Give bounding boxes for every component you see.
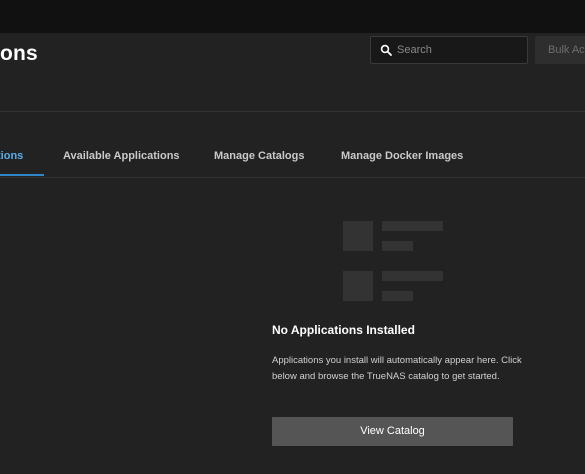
page-title: ons: [0, 42, 38, 65]
placeholder-square: [343, 221, 373, 251]
empty-state-title: No Applications Installed: [272, 323, 415, 337]
top-toolbar: [0, 0, 585, 33]
bulk-actions-button[interactable]: Bulk Ac: [535, 36, 585, 64]
search-icon: [380, 44, 392, 56]
tab-bar: tions Available Applications Manage Cata…: [0, 111, 585, 178]
tab-installed-applications[interactable]: tions: [0, 150, 23, 162]
placeholder-square: [343, 271, 373, 301]
placeholder-line: [382, 271, 443, 281]
placeholder-line: [382, 291, 413, 301]
view-catalog-button[interactable]: View Catalog: [272, 417, 513, 446]
search-box[interactable]: [370, 36, 528, 64]
empty-state-description: Applications you install will automatica…: [272, 355, 522, 382]
placeholder-line: [382, 221, 443, 231]
active-tab-indicator: [0, 174, 44, 176]
tab-manage-catalogs[interactable]: Manage Catalogs: [214, 150, 304, 162]
placeholder-line: [382, 241, 413, 251]
search-input[interactable]: [397, 40, 522, 60]
tab-manage-docker-images[interactable]: Manage Docker Images: [341, 150, 463, 162]
tab-available-applications[interactable]: Available Applications: [63, 150, 180, 162]
